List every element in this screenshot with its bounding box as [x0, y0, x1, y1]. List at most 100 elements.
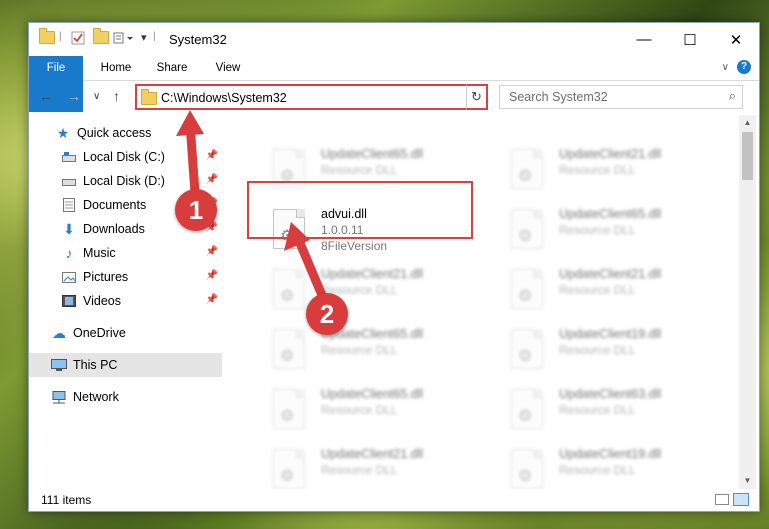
file-type: Resource DLL: [559, 343, 636, 357]
sidebar-item-videos[interactable]: Videos 📌: [29, 289, 222, 313]
file-type: 8FileVersion: [321, 239, 388, 253]
dll-file-icon: ⚙: [511, 209, 543, 249]
file-item[interactable]: ⚙ UpdateClient65.dll Resource DLL: [249, 323, 479, 379]
file-item[interactable]: ⚙ UpdateClient63.dll Resource DLL: [487, 383, 717, 439]
file-type: Resource DLL: [321, 343, 398, 357]
file-type: Resource DLL: [559, 463, 636, 477]
tab-home[interactable]: Home: [91, 56, 141, 80]
up-arrow-icon[interactable]: ↑: [113, 88, 120, 104]
separator: |: [59, 31, 62, 42]
file-item[interactable]: ⚙ UpdateClient21.dll Resource DLL: [249, 263, 479, 319]
scroll-thumb[interactable]: [742, 132, 753, 180]
folder-icon[interactable]: [39, 28, 55, 44]
sidebar-item-quick-access[interactable]: ★ Quick access: [29, 121, 222, 145]
cloud-icon: ☁: [52, 324, 66, 341]
help-icon[interactable]: ?: [737, 60, 751, 74]
expand-ribbon-icon[interactable]: ∨: [722, 62, 729, 73]
file-item[interactable]: ⚙ UpdateClient21.dll Resource DLL: [249, 443, 479, 489]
file-name: UpdateClient19.dll: [559, 447, 662, 461]
customize-toolbar-icon[interactable]: [113, 31, 135, 45]
file-name: UpdateClient21.dll: [321, 447, 424, 461]
file-item[interactable]: ⚙ UpdateClient65.dll Resource DLL: [249, 383, 479, 439]
computer-icon: [51, 358, 67, 372]
drive-icon: [61, 150, 77, 164]
sidebar-item-label: Videos: [83, 294, 121, 308]
separator: |: [153, 31, 156, 42]
picture-icon: [61, 270, 77, 284]
vertical-scrollbar[interactable]: ▲ ▼: [739, 115, 756, 489]
file-item[interactable]: ⚙ UpdateClient21.dll Resource DLL: [487, 143, 717, 199]
status-bar: 111 items: [29, 489, 759, 511]
file-name: UpdateClient21.dll: [321, 267, 424, 281]
star-icon: ★: [56, 124, 70, 141]
pin-icon[interactable]: 📌: [206, 174, 218, 185]
file-name: UpdateClient65.dll: [559, 207, 662, 221]
address-path: C:\Windows\System32: [161, 91, 287, 105]
sidebar-item-label: Quick access: [77, 126, 152, 140]
sidebar-item-label: Documents: [83, 198, 147, 212]
pin-icon[interactable]: 📌: [206, 246, 218, 257]
details-view-icon[interactable]: [715, 494, 729, 505]
file-type: Resource DLL: [321, 463, 398, 477]
sidebar-item-network[interactable]: Network: [29, 385, 222, 409]
tiles-view-icon[interactable]: [733, 493, 749, 506]
address-bar[interactable]: C:\Windows\System32 ∨: [135, 84, 486, 110]
file-type: Resource DLL: [559, 223, 636, 237]
pin-icon[interactable]: 📌: [206, 294, 218, 305]
navigation-pane: ★ Quick access Local Disk (C:) 📌 Local D…: [29, 115, 222, 489]
file-item[interactable]: ⚙ UpdateClient21.dll Resource DLL: [487, 263, 717, 319]
file-list: ⚙ UpdateClient65.dll Resource DLL ⚙ advu…: [225, 115, 739, 489]
pin-icon[interactable]: 📌: [206, 270, 218, 281]
scroll-down-icon[interactable]: ▼: [739, 473, 756, 489]
forward-arrow-icon[interactable]: →: [67, 88, 81, 104]
sidebar-item-label: Music: [83, 246, 116, 260]
sidebar-item-label: Pictures: [83, 270, 129, 284]
scroll-up-icon[interactable]: ▲: [739, 115, 756, 131]
window-title: System32: [169, 32, 227, 47]
highlight-box-file: [247, 181, 473, 239]
maximize-button[interactable]: ☐: [667, 23, 713, 56]
dll-file-icon: ⚙: [273, 449, 305, 489]
file-type: Resource DLL: [559, 403, 636, 417]
tab-view[interactable]: View: [203, 56, 253, 80]
file-name: UpdateClient19.dll: [559, 327, 662, 341]
properties-icon[interactable]: [71, 31, 85, 45]
sidebar-item-label: This PC: [73, 358, 118, 372]
pin-icon[interactable]: 📌: [206, 150, 218, 161]
file-item[interactable]: ⚙ UpdateClient65.dll Resource DLL: [487, 203, 717, 259]
file-name: UpdateClient21.dll: [559, 267, 662, 281]
sidebar-item-label: Network: [73, 390, 119, 404]
file-item[interactable]: ⚙ UpdateClient19.dll Resource DLL: [487, 323, 717, 379]
close-button[interactable]: ✕: [713, 23, 759, 56]
sidebar-item-label: Local Disk (D:): [83, 174, 165, 188]
back-arrow-icon[interactable]: ←: [39, 88, 53, 104]
step-2-badge: 2: [306, 293, 348, 335]
sidebar-item-label: Local Disk (C:): [83, 150, 165, 164]
ribbon-tabs: File Home Share View ∨ ?: [29, 56, 759, 112]
file-item[interactable]: ⚙ UpdateClient19.dll Resource DLL: [487, 443, 717, 489]
recent-locations-icon[interactable]: ∨: [93, 91, 100, 102]
new-folder-icon[interactable]: [93, 28, 109, 44]
sidebar-item-label: Downloads: [83, 222, 145, 236]
file-name: UpdateClient65.dll: [321, 147, 424, 161]
dll-file-icon: ⚙: [273, 269, 305, 309]
sidebar-item-label: OneDrive: [73, 326, 126, 340]
title-bar: | ▾ | System32 — ☐ ✕: [29, 23, 759, 56]
sidebar-item-pictures[interactable]: Pictures 📌: [29, 265, 222, 289]
item-count: 111 items: [41, 493, 92, 507]
folder-icon: [141, 89, 157, 105]
quick-access-dropdown-icon[interactable]: ▾: [141, 31, 147, 44]
file-type: Resource DLL: [321, 403, 398, 417]
sidebar-item-this-pc[interactable]: This PC: [29, 353, 222, 377]
search-placeholder: Search System32: [509, 90, 608, 104]
refresh-icon[interactable]: ↻: [466, 84, 488, 110]
sidebar-item-local-disk-c[interactable]: Local Disk (C:) 📌: [29, 145, 222, 169]
search-icon[interactable]: ⌕: [729, 88, 736, 104]
dll-file-icon: ⚙: [511, 389, 543, 429]
minimize-button[interactable]: —: [621, 23, 667, 56]
sidebar-item-music[interactable]: ♪ Music 📌: [29, 241, 222, 265]
navigation-bar: ← → ∨ ↑ C:\Windows\System32 ∨ ↻ Search S…: [29, 81, 759, 113]
tab-share[interactable]: Share: [147, 56, 197, 80]
sidebar-item-onedrive[interactable]: ☁ OneDrive: [29, 321, 222, 345]
search-input[interactable]: Search System32 ⌕: [499, 85, 743, 109]
